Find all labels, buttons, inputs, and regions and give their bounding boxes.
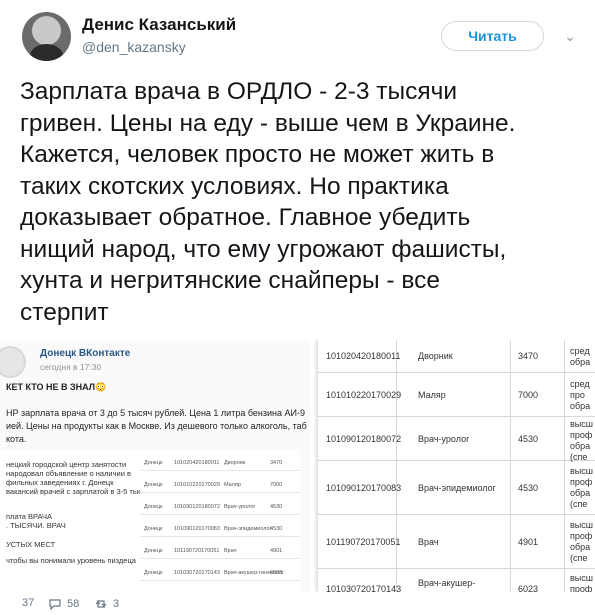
vk-post-line: кота. xyxy=(6,434,27,444)
like-action[interactable]: 58 xyxy=(48,597,79,611)
mini-table-cell: 101190720170051 xyxy=(174,548,220,554)
vk-attached-table: Донецк 101020420180011 Дворник 3470 Донецк 10… xyxy=(140,450,300,592)
vacancy-education: высш проф обра (спе xyxy=(570,419,593,462)
mini-table-cell: 7000 xyxy=(270,482,283,488)
vacancy-salary: 4530 xyxy=(518,433,539,444)
vk-post-line: ией. Цены на продукты как в Москве. Из д… xyxy=(6,421,307,431)
doc-line: чтобы вы понимали уровень пиздеца xyxy=(6,556,136,565)
vacancy-code: 101030720170143 xyxy=(326,583,402,593)
mini-table-cell: Врач-уролог xyxy=(224,504,256,510)
retweet-action[interactable]: 3 xyxy=(94,597,119,611)
mini-table-divider xyxy=(140,558,300,559)
follow-button[interactable]: Читать xyxy=(441,21,544,51)
vacancy-salary: 3470 xyxy=(518,351,539,361)
tweet-text: Зарплата врача в ОРДЛО - 2-3 тысячи грив… xyxy=(20,78,516,326)
vacancy-code: 101190720170051 xyxy=(326,536,401,547)
vacancy-education: сред обра xyxy=(570,345,591,367)
vk-post-line: НР зарплата врача от 3 до 5 тысяч рублей… xyxy=(6,408,305,418)
author-display-name[interactable]: Денис Казанський xyxy=(82,15,236,35)
vk-source-title: Донецк ВКонтакте xyxy=(40,348,131,359)
vacancy-education: высш проф обра (спе xyxy=(570,466,593,509)
mini-table-cell: 101020420180011 xyxy=(174,460,220,466)
mini-table-divider xyxy=(140,470,300,471)
retweet-count: 3 xyxy=(113,598,120,610)
mini-table-cell: Донецк xyxy=(144,526,163,532)
table-row: 101010220170029 Маляр 7000 сред про обра xyxy=(318,373,595,417)
mini-table-cell: 101090120170083 xyxy=(174,526,220,532)
chevron-down-icon[interactable]: ⌄ xyxy=(562,28,578,44)
doc-line: нецкий городской центр занятости xyxy=(6,460,127,469)
mini-table-cell: Врач-эпидемиолог xyxy=(224,526,272,532)
doc-line: . ТЫСЯЧИ. ВРАЧ xyxy=(6,521,66,530)
like-count: 58 xyxy=(67,598,80,610)
vacancy-position: Врач xyxy=(418,536,439,547)
vacancy-education: высш проф обра xyxy=(570,572,593,593)
vacancy-code: 101090120170083 xyxy=(326,482,402,493)
mini-table-cell: 6023 xyxy=(270,570,283,576)
mini-table-divider xyxy=(140,536,300,537)
doc-line: плата ВРАЧА xyxy=(6,512,52,521)
mini-table-cell: 101030720170143 xyxy=(174,570,220,576)
vk-post-line: КЕТ КТО НЕ В ЗНАЛ😳 xyxy=(6,382,107,392)
mini-table-cell: Маляр xyxy=(224,482,241,488)
tweet-media[interactable]: Донецк ВКонтакте сегодня в 17:30 КЕТ КТО… xyxy=(0,340,595,592)
mini-table-divider xyxy=(140,580,300,581)
mini-table-cell: Донецк xyxy=(144,460,163,466)
vacancy-code: 101010220170029 xyxy=(326,389,402,400)
reply-count: 37 xyxy=(22,597,35,609)
table-row: 101190720170051 Врач 4901 высш проф обра (с… xyxy=(318,515,595,569)
media-image-vacancy-table[interactable]: 101020420180011 Дворник 3470 сред обра 10101… xyxy=(318,340,595,592)
mini-table-cell: Донецк xyxy=(144,504,163,510)
mini-table-cell: Врач xyxy=(224,548,237,554)
vk-group-logo xyxy=(0,346,26,378)
vacancy-position: Дворник xyxy=(418,351,453,361)
mini-table-cell: 4530 xyxy=(270,504,283,510)
vacancy-salary: 4901 xyxy=(518,536,539,547)
media-image-vk-post[interactable]: Донецк ВКонтакте сегодня в 17:30 КЕТ КТО… xyxy=(0,340,310,592)
mini-table-cell: 4901 xyxy=(270,548,283,554)
mini-table-cell: Дворник xyxy=(224,460,246,466)
vacancy-salary: 7000 xyxy=(518,389,539,400)
reply-action[interactable]: 37 xyxy=(22,597,34,609)
table-row: 101090120170083 Врач-эпидемиолог 4530 высш … xyxy=(318,461,595,515)
tweet-header: Денис Казанський @den_kazansky Читать ⌄ xyxy=(0,0,595,70)
vacancy-code: 101090120180072 xyxy=(326,433,402,444)
doc-line: вакансий врачей с зарплатой в 3-5 тыс. xyxy=(6,487,145,496)
mini-table-cell: Донецк xyxy=(144,482,163,488)
mini-table-cell: Донецк xyxy=(144,548,163,554)
mini-table-cell: 101090120180072 xyxy=(174,504,220,510)
avatar[interactable] xyxy=(22,12,71,61)
mini-table-cell: 4530 xyxy=(270,526,283,532)
table-row: 101020420180011 Дворник 3470 сред обра xyxy=(318,340,595,373)
vacancy-position: Врач-акушер- гинеколог xyxy=(418,578,476,592)
vacancy-salary: 6023 xyxy=(518,583,539,593)
mini-table-divider xyxy=(140,514,300,515)
doc-line: народовал объявление о наличии в xyxy=(6,469,131,478)
vk-source-time: сегодня в 17:30 xyxy=(40,362,102,372)
table-row: 101030720170143 Врач-акушер- гинеколог 602… xyxy=(318,569,595,593)
table-row: 101090120180072 Врач-уролог 4530 высш проф … xyxy=(318,417,595,462)
comment-icon xyxy=(49,599,61,611)
author-handle[interactable]: @den_kazansky xyxy=(82,39,186,55)
mini-table-cell: Донецк xyxy=(144,570,163,576)
mini-table-cell: 101010220170029 xyxy=(174,482,220,488)
vacancy-position: Врач-эпидемиолог xyxy=(418,482,496,493)
vacancy-position: Врач-уролог xyxy=(418,433,470,444)
vk-post-attachments: нецкий городской центр занятости народов… xyxy=(0,450,300,592)
doc-line: УСТЫХ МЕСТ xyxy=(6,540,56,549)
tweet-actions: 37 58 3 xyxy=(0,595,595,615)
vacancy-education: сред про обра xyxy=(570,378,591,411)
vacancy-education: высш проф обра (спе xyxy=(570,520,593,563)
vacancy-salary: 4530 xyxy=(518,482,539,493)
vacancy-code: 101020420180011 xyxy=(326,351,401,361)
mini-table-cell: 3470 xyxy=(270,460,283,466)
vk-attached-document: нецкий городской центр занятости народов… xyxy=(0,450,144,592)
retweet-icon xyxy=(95,600,107,608)
doc-line: фильных заведениях г. Донецк xyxy=(6,478,114,487)
vacancy-position: Маляр xyxy=(418,389,446,400)
mini-table-divider xyxy=(140,492,300,493)
